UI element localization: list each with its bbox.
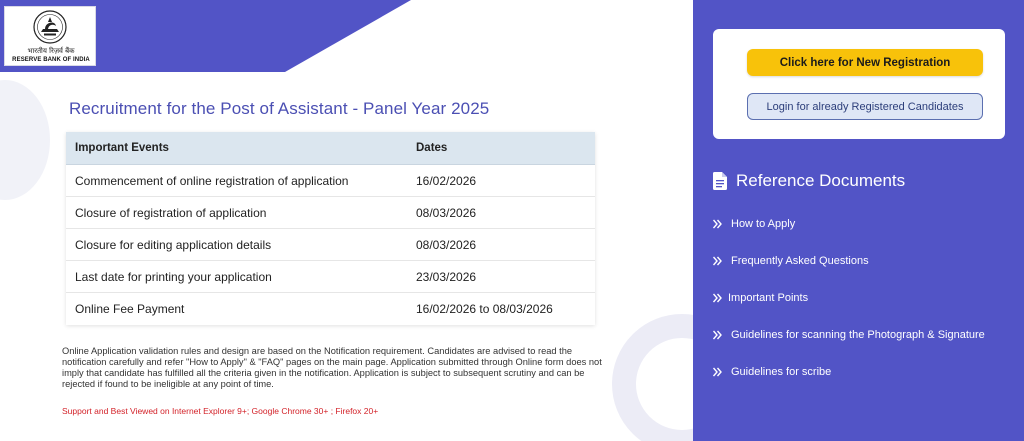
document-icon [713,172,727,190]
event-cell: Closure for editing application details [75,237,272,252]
logo-hindi-text: भारतीय रिज़र्व बैंक [27,47,75,55]
event-cell: Commencement of online registration of a… [75,173,349,188]
date-cell: 08/03/2026 [416,237,477,252]
header-band-shape [0,0,411,72]
reference-link-label: Guidelines for scribe [731,365,832,378]
double-chevron-right-icon [713,293,722,302]
registration-card: Click here for New Registration Login fo… [713,29,1005,139]
logo-english-text: RESERVE BANK OF INDIA [12,57,90,63]
reference-link-label: How to Apply [731,217,796,230]
reference-link-faq[interactable]: Frequently Asked Questions [713,242,985,279]
reference-link-photo-signature-guidelines[interactable]: Guidelines for scanning the Photograph &… [713,316,985,353]
important-events-table: Important Events Dates Commencement of o… [66,132,595,325]
reference-list: How to Apply Frequently Asked Questions … [713,205,985,390]
rbi-emblem-icon [33,10,67,44]
reference-documents-heading: Reference Documents [713,171,905,191]
login-button[interactable]: Login for already Registered Candidates [747,93,983,120]
header-band [0,0,700,72]
reference-link-label: Frequently Asked Questions [731,254,869,267]
table-header: Important Events Dates [66,132,595,165]
reference-heading-text: Reference Documents [736,171,906,190]
event-cell: Online Fee Payment [75,302,185,316]
reference-link-label: Guidelines for scanning the Photograph &… [731,328,985,341]
table-row: Closure of registration of application 0… [66,197,595,229]
table-row: Commencement of online registration of a… [66,165,595,197]
date-cell: 23/03/2026 [416,269,477,284]
right-sidebar: Click here for New Registration Login fo… [693,0,1024,441]
event-cell: Closure of registration of application [75,205,267,220]
column-header-events: Important Events [75,142,169,154]
table-row: Closure for editing application details … [66,229,595,261]
table-row: Last date for printing your application … [66,261,595,293]
new-registration-button[interactable]: Click here for New Registration [747,49,983,76]
double-chevron-right-icon [713,367,722,376]
double-chevron-right-icon [713,256,722,265]
event-cell: Last date for printing your application [75,269,272,284]
date-cell: 16/02/2026 to 08/03/2026 [416,302,553,316]
column-header-dates: Dates [416,142,448,154]
reference-link-important-points[interactable]: Important Points [713,279,985,316]
page-title: Recruitment for the Post of Assistant - … [69,99,490,118]
rbi-logo[interactable]: भारतीय रिज़र्व बैंक RESERVE BANK OF INDI… [4,6,96,66]
application-note: Online Application validation rules and … [62,346,602,389]
reference-link-scribe-guidelines[interactable]: Guidelines for scribe [713,353,985,390]
table-row: Online Fee Payment 16/02/2026 to 08/03/2… [66,293,595,325]
double-chevron-right-icon [713,330,722,339]
page: भारतीय रिज़र्व बैंक RESERVE BANK OF INDI… [0,0,1024,441]
date-cell: 16/02/2026 [416,173,477,188]
browser-support-note: Support and Best Viewed on Internet Expl… [62,406,379,416]
reference-link-label: Important Points [728,291,809,304]
date-cell: 08/03/2026 [416,205,477,220]
reference-link-how-to-apply[interactable]: How to Apply [713,205,985,242]
decorative-circle-left [0,80,50,200]
double-chevron-right-icon [713,219,722,228]
